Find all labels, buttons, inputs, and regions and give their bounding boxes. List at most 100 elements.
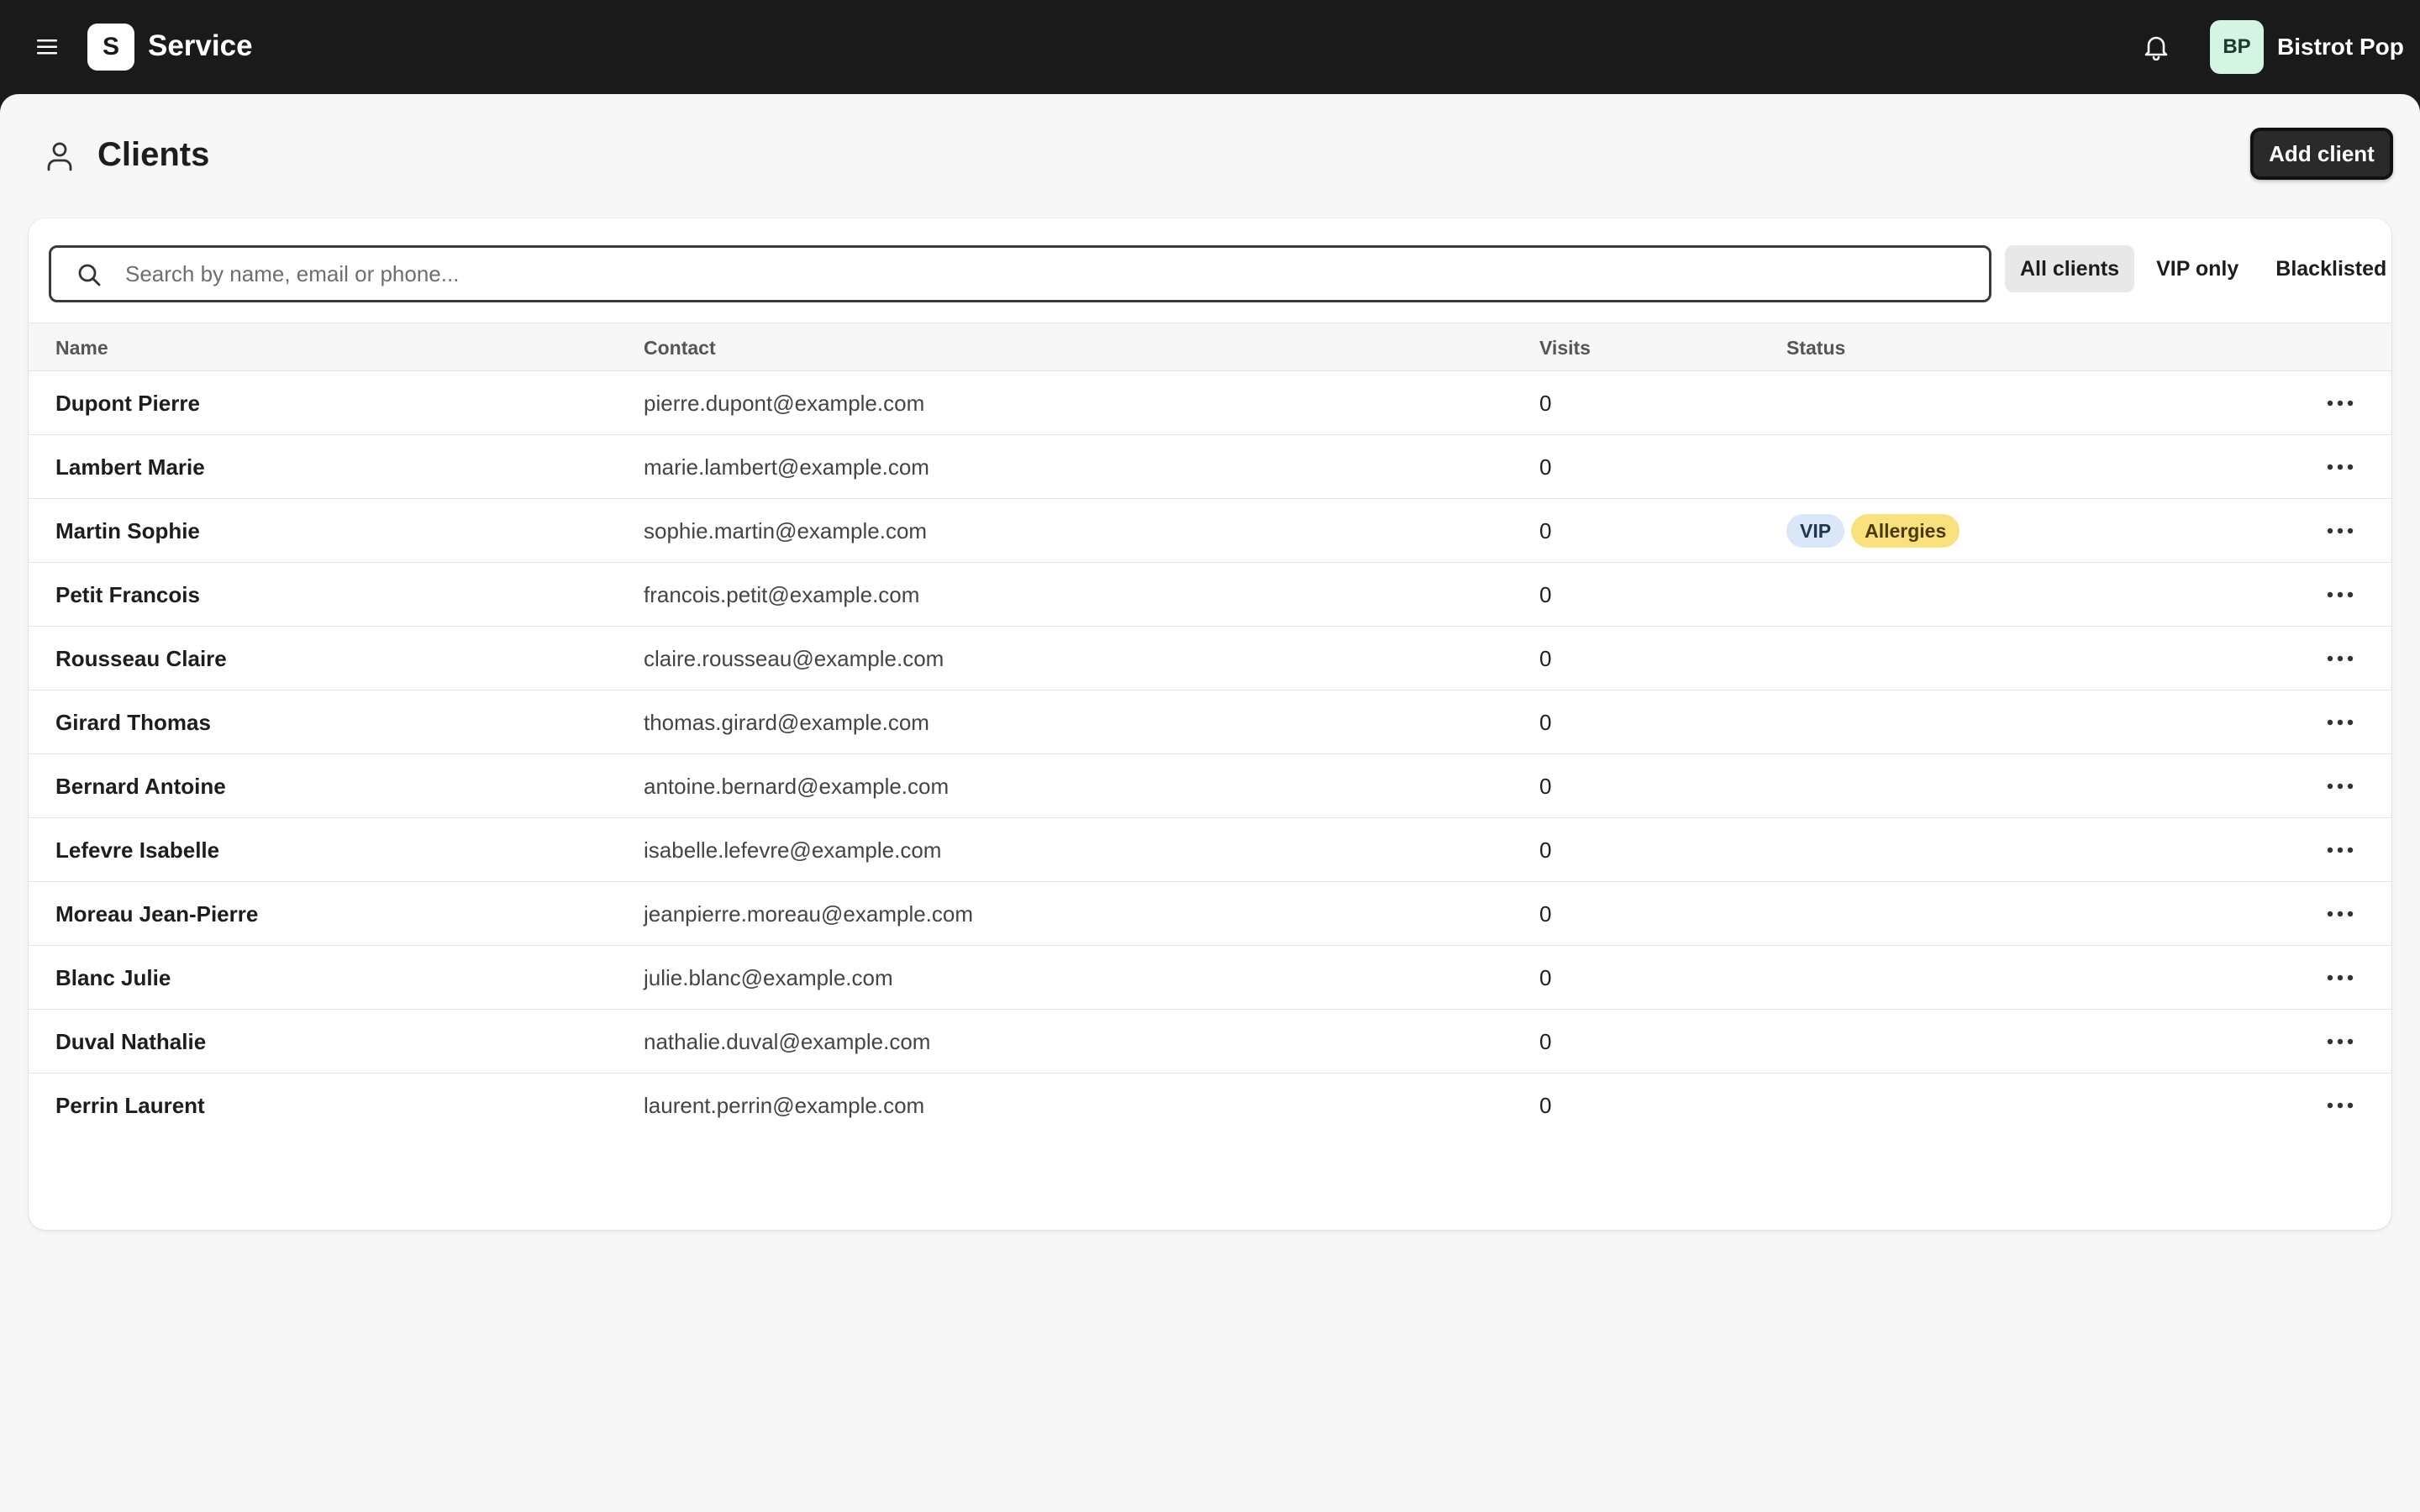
app-logo[interactable]: S	[87, 24, 134, 71]
row-actions-button[interactable]	[2323, 581, 2358, 608]
client-status: VIP Allergies	[1786, 499, 1960, 563]
row-actions-button[interactable]	[2323, 709, 2358, 736]
table-row[interactable]: Perrin Laurent laurent.perrin@example.com…	[29, 1074, 2391, 1137]
more-horizontal-icon	[2327, 400, 2354, 407]
table-row[interactable]: Lefevre Isabelle isabelle.lefevre@example…	[29, 818, 2391, 882]
row-actions-button[interactable]	[2323, 773, 2358, 800]
top-bar: S Service BP Bistrot Pop	[0, 0, 2420, 94]
app-title: Service	[148, 29, 253, 62]
client-name: Blanc Julie	[55, 965, 171, 990]
client-visits: 0	[1539, 646, 1552, 671]
client-contact: sophie.martin@example.com	[644, 518, 928, 543]
client-visits: 0	[1539, 391, 1552, 416]
client-contact: isabelle.lefevre@example.com	[644, 837, 942, 863]
client-visits: 0	[1539, 1029, 1552, 1054]
notifications-button[interactable]	[2141, 32, 2171, 62]
bell-icon	[2144, 36, 2168, 60]
search-box[interactable]	[49, 245, 1991, 302]
column-header-visits[interactable]: Visits	[1539, 323, 1591, 372]
client-visits: 0	[1539, 1093, 1552, 1118]
table-row[interactable]: Dupont Pierre pierre.dupont@example.com 0	[29, 371, 2391, 435]
filter-blacklisted[interactable]: Blacklisted	[2260, 245, 2391, 292]
client-visits: 0	[1539, 710, 1552, 735]
client-visits: 0	[1539, 837, 1552, 863]
row-actions-button[interactable]	[2323, 837, 2358, 864]
user-icon	[47, 142, 72, 171]
main-content: Clients Add client All clients VIP only …	[0, 94, 2420, 1512]
more-horizontal-icon	[2327, 528, 2354, 534]
filter-all-clients[interactable]: All clients	[2005, 245, 2135, 292]
filter-tabs: All clients VIP only Blacklisted	[2005, 245, 2391, 292]
row-actions-button[interactable]	[2323, 645, 2358, 672]
client-name: Moreau Jean-Pierre	[55, 901, 259, 927]
table-header: Name Contact Visits Status	[29, 323, 2391, 371]
table-row[interactable]: Blanc Julie julie.blanc@example.com 0	[29, 946, 2391, 1010]
row-actions-button[interactable]	[2323, 517, 2358, 544]
table-row[interactable]: Rousseau Claire claire.rousseau@example.c…	[29, 627, 2391, 690]
clients-card: All clients VIP only Blacklisted Name Co…	[29, 218, 2391, 1230]
row-actions-button[interactable]	[2323, 1092, 2358, 1119]
client-name: Perrin Laurent	[55, 1093, 205, 1118]
avatar[interactable]: BP	[2210, 20, 2264, 74]
menu-button[interactable]	[34, 32, 60, 62]
row-actions-button[interactable]	[2323, 390, 2358, 417]
filter-vip-only[interactable]: VIP only	[2141, 245, 2254, 292]
column-header-name[interactable]: Name	[55, 323, 108, 372]
client-name: Duval Nathalie	[55, 1029, 207, 1054]
client-visits: 0	[1539, 518, 1552, 543]
table-row[interactable]: Lambert Marie marie.lambert@example.com 0	[29, 435, 2391, 499]
client-visits: 0	[1539, 901, 1552, 927]
menu-icon	[37, 39, 57, 55]
client-contact: pierre.dupont@example.com	[644, 391, 925, 416]
client-name: Rousseau Claire	[55, 646, 227, 671]
table-row[interactable]: Petit Francois francois.petit@example.com…	[29, 563, 2391, 627]
client-contact: julie.blanc@example.com	[644, 965, 893, 990]
more-horizontal-icon	[2327, 591, 2354, 598]
client-contact: antoine.bernard@example.com	[644, 774, 950, 799]
client-visits: 0	[1539, 582, 1552, 607]
client-name: Lambert Marie	[55, 454, 205, 480]
table-row[interactable]: Duval Nathalie nathalie.duval@example.com…	[29, 1010, 2391, 1074]
client-contact: claire.rousseau@example.com	[644, 646, 944, 671]
client-contact: jeanpierre.moreau@example.com	[644, 901, 974, 927]
client-name: Girard Thomas	[55, 710, 211, 735]
client-contact: laurent.perrin@example.com	[644, 1093, 925, 1118]
row-actions-button[interactable]	[2323, 964, 2358, 991]
account-name[interactable]: Bistrot Pop	[2277, 30, 2404, 64]
client-name: Petit Francois	[55, 582, 200, 607]
client-contact: marie.lambert@example.com	[644, 454, 929, 480]
client-visits: 0	[1539, 965, 1552, 990]
row-actions-button[interactable]	[2323, 900, 2358, 927]
search-icon	[78, 264, 101, 286]
search-input[interactable]	[125, 255, 1965, 293]
table-body: Dupont Pierre pierre.dupont@example.com 0 L…	[29, 371, 2391, 1137]
status-badge: Allergies	[1851, 514, 1960, 548]
more-horizontal-icon	[2327, 1038, 2354, 1045]
column-header-contact[interactable]: Contact	[644, 323, 716, 372]
more-horizontal-icon	[2327, 1102, 2354, 1109]
client-name: Bernard Antoine	[55, 774, 226, 799]
more-horizontal-icon	[2327, 847, 2354, 853]
more-horizontal-icon	[2327, 464, 2354, 470]
more-horizontal-icon	[2327, 655, 2354, 662]
client-contact: francois.petit@example.com	[644, 582, 920, 607]
add-client-button[interactable]: Add client	[2250, 128, 2393, 180]
table-row[interactable]: Martin Sophie sophie.martin@example.com 0 V…	[29, 499, 2391, 563]
status-badge: VIP	[1786, 514, 1845, 548]
client-name: Dupont Pierre	[55, 391, 200, 416]
client-contact: thomas.girard@example.com	[644, 710, 929, 735]
more-horizontal-icon	[2327, 783, 2354, 790]
table-row[interactable]: Girard Thomas thomas.girard@example.com 0	[29, 690, 2391, 754]
row-actions-button[interactable]	[2323, 1028, 2358, 1055]
page-title: Clients	[97, 136, 210, 173]
more-horizontal-icon	[2327, 911, 2354, 917]
column-header-status[interactable]: Status	[1786, 323, 1845, 372]
client-name: Lefevre Isabelle	[55, 837, 220, 863]
table-row[interactable]: Bernard Antoine antoine.bernard@example.c…	[29, 754, 2391, 818]
client-contact: nathalie.duval@example.com	[644, 1029, 931, 1054]
table-row[interactable]: Moreau Jean-Pierre jeanpierre.moreau@exam…	[29, 882, 2391, 946]
client-visits: 0	[1539, 454, 1552, 480]
more-horizontal-icon	[2327, 719, 2354, 726]
more-horizontal-icon	[2327, 974, 2354, 981]
row-actions-button[interactable]	[2323, 454, 2358, 480]
